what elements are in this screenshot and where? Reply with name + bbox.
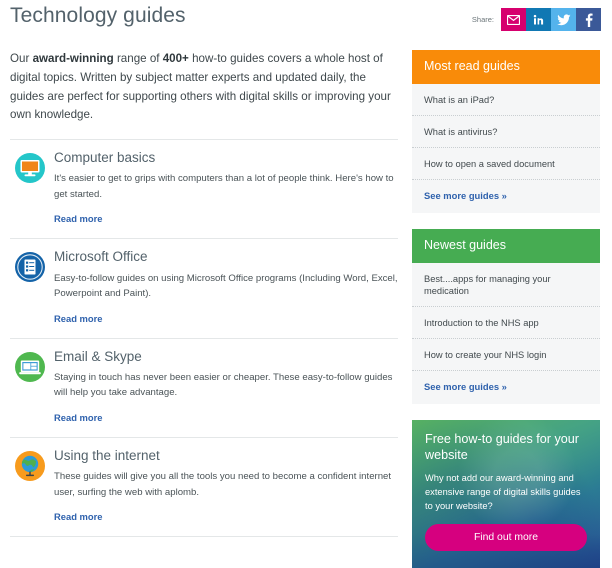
- guide-description: These guides will give you all the tools…: [54, 471, 392, 498]
- guide-title: Using the internet: [54, 447, 160, 463]
- promo-title: Free how-to guides for your website: [425, 432, 579, 462]
- panel-heading-most-read: Most read guides: [412, 50, 600, 84]
- laptop-video-call-icon: [15, 351, 45, 382]
- newest-item-2[interactable]: Introduction to the NHS app: [412, 307, 600, 339]
- guide-item-using-the-internet[interactable]: Using the internet These guides will giv…: [10, 438, 398, 538]
- read-more-link[interactable]: Read more: [54, 412, 102, 423]
- guide-description: It's easier to get to grips with compute…: [54, 173, 394, 200]
- envelope-icon: [507, 14, 520, 25]
- page-title: Technology guides: [10, 4, 186, 27]
- facebook-share-button[interactable]: [576, 8, 601, 31]
- linkedin-share-button[interactable]: [526, 8, 551, 31]
- guide-item-computer-basics[interactable]: Computer basics It's easier to get to gr…: [10, 139, 398, 240]
- panel-body-most-read: What is an iPad? What is antivirus? How …: [412, 83, 600, 213]
- most-read-item-1[interactable]: What is an iPad?: [412, 84, 600, 116]
- guide-description: Easy-to-follow guides on using Microsoft…: [54, 272, 398, 300]
- promo-banner-free-guides: Free how-to guides for your website Why …: [412, 420, 600, 568]
- email-share-button[interactable]: [501, 8, 526, 31]
- globe-icon: [15, 450, 45, 481]
- most-read-item-3[interactable]: How to open a saved document: [412, 148, 600, 180]
- share-bar: Share:: [472, 8, 601, 31]
- panel-newest-guides: Newest guides Best....apps for managing …: [412, 228, 600, 405]
- read-more-link[interactable]: Read more: [54, 511, 102, 522]
- guide-title: Computer basics: [54, 150, 156, 166]
- share-buttons: [501, 8, 601, 31]
- share-label: Share:: [471, 15, 494, 24]
- technology-guides-page: Technology guides Share: Our award-winni…: [0, 0, 612, 568]
- twitter-bird-icon: [556, 13, 571, 26]
- most-read-see-more-link[interactable]: See more guides »: [412, 180, 600, 213]
- newest-item-3[interactable]: How to create your NHS login: [412, 339, 600, 372]
- panel-body-newest: Best....apps for managing your medicatio…: [412, 262, 600, 405]
- facebook-f-icon: [585, 13, 593, 27]
- panel-most-read-guides: Most read guides What is an iPad? What i…: [412, 50, 600, 213]
- linkedin-icon: [533, 14, 545, 26]
- monitor-icon: [15, 153, 45, 184]
- page-header: Technology guides Share:: [0, 0, 612, 44]
- find-out-more-button[interactable]: Find out more: [425, 524, 587, 552]
- guide-body: Using the internet These guides will giv…: [54, 448, 398, 525]
- guide-title: Microsoft Office: [54, 249, 148, 265]
- most-read-item-2[interactable]: What is antivirus?: [412, 116, 600, 148]
- newest-item-1[interactable]: Best....apps for managing your medicatio…: [412, 263, 600, 307]
- intro-part-2: range of: [113, 52, 163, 65]
- intro-bold-count: 400+: [162, 52, 189, 65]
- guide-item-email-skype[interactable]: Email & Skype Staying in touch has never…: [10, 339, 398, 438]
- guide-body: Email & Skype Staying in touch has never…: [54, 349, 398, 426]
- intro-paragraph: Our award-winning range of 400+ how-to g…: [10, 50, 398, 125]
- guide-description: Staying in touch has never been easier o…: [54, 371, 393, 399]
- guide-body: Microsoft Office Easy-to-follow guides o…: [54, 249, 398, 326]
- newest-see-more-link[interactable]: See more guides »: [412, 371, 600, 404]
- twitter-share-button[interactable]: [551, 8, 576, 31]
- read-more-link[interactable]: Read more: [54, 313, 102, 324]
- panel-heading-newest: Newest guides: [412, 228, 600, 263]
- guide-body: Computer basics It's easier to get to gr…: [54, 150, 398, 227]
- guide-title: Email & Skype: [54, 348, 142, 364]
- promo-text: Why not add our award-winning and extens…: [425, 472, 581, 512]
- intro-part-1: Our: [10, 52, 33, 65]
- guide-item-microsoft-office[interactable]: Microsoft Office Easy-to-follow guides o…: [10, 239, 398, 339]
- sidebar: Most read guides What is an iPad? What i…: [412, 50, 600, 568]
- document-icon: [15, 252, 45, 283]
- intro-bold-award-winning: award-winning: [32, 52, 114, 65]
- read-more-link[interactable]: Read more: [54, 213, 102, 224]
- main-content: Our award-winning range of 400+ how-to g…: [10, 50, 398, 538]
